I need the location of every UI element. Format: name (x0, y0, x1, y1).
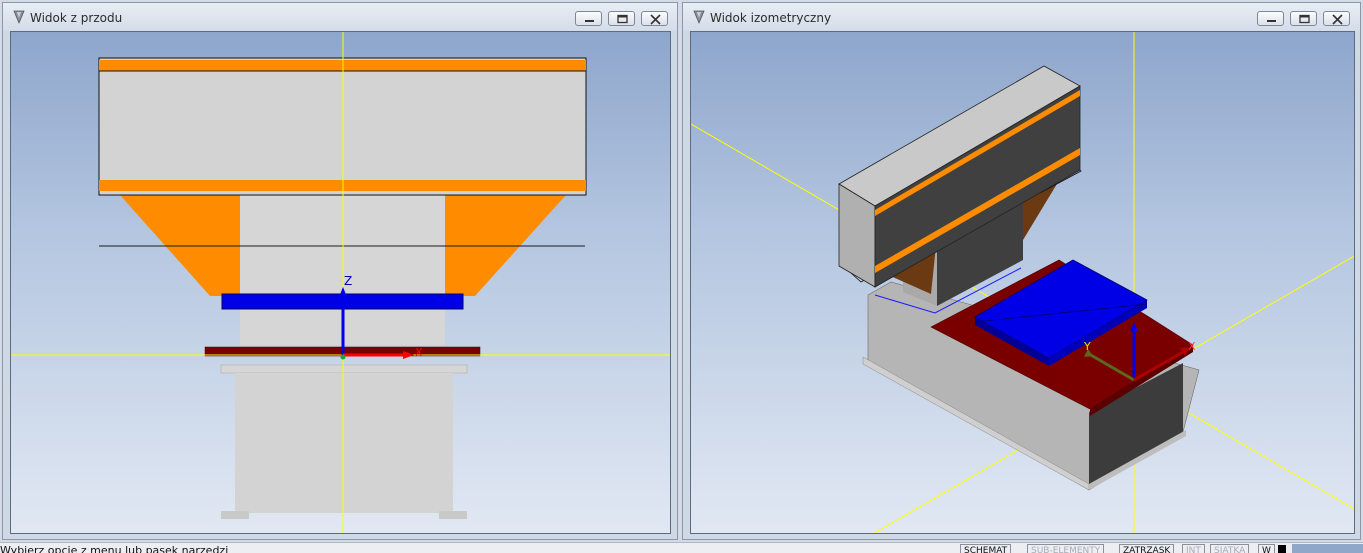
close-button[interactable] (1323, 11, 1350, 26)
minimize-icon (585, 20, 594, 22)
front-view-window[interactable]: Widok z przodu Z X (2, 2, 678, 540)
iso-y-axis-label: Y (1083, 340, 1091, 353)
origin-marker (340, 354, 346, 360)
z-axis-label: Z (344, 274, 352, 288)
base-foot-left (221, 511, 249, 519)
restore-button[interactable] (1290, 11, 1317, 26)
front-view-model: Z X (11, 32, 670, 533)
front-view-titlebar[interactable]: Widok z przodu (3, 3, 677, 31)
base-foot-right (439, 511, 467, 519)
close-button[interactable] (641, 11, 668, 26)
minimize-icon (1267, 20, 1276, 22)
minimize-button[interactable] (575, 11, 602, 26)
front-view-viewport[interactable]: Z X (10, 31, 671, 534)
iso-view-viewport[interactable]: Y X (690, 31, 1355, 534)
iso-view-window[interactable]: Widok izometryczny Y X (682, 2, 1361, 540)
close-icon (1332, 14, 1343, 25)
restore-icon (617, 14, 628, 24)
restore-button[interactable] (608, 11, 635, 26)
restore-icon (1299, 14, 1310, 24)
iso-view-titlebar[interactable]: Widok izometryczny (683, 3, 1360, 31)
iso-view-model: Y X (691, 32, 1354, 533)
iso-view-title: Widok izometryczny (710, 11, 832, 25)
status-bar: Wybierz opcję z menu lub pasek narzędzi … (0, 542, 1363, 553)
base-column (235, 373, 453, 513)
front-view-title: Widok z przodu (30, 11, 123, 25)
minimize-button[interactable] (1257, 11, 1284, 26)
x-axis-label: X (415, 346, 423, 359)
close-icon (650, 14, 661, 25)
app-icon (13, 10, 25, 25)
app-icon (693, 10, 705, 25)
base-top-plate (220, 364, 468, 374)
iso-x-axis-label: X (1188, 340, 1196, 353)
